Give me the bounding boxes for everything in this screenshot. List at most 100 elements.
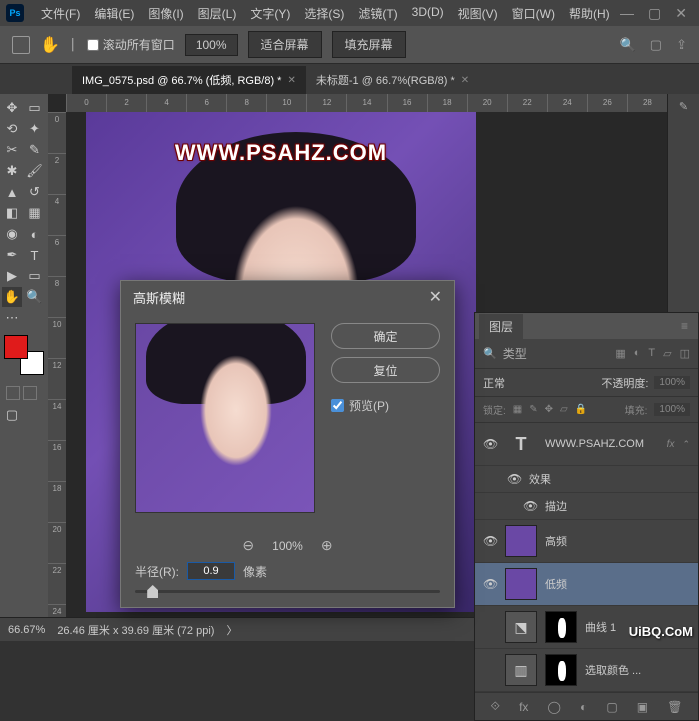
history-brush-tool[interactable]: ↺ (25, 182, 45, 202)
filter-shape-icon[interactable]: ▱ (663, 347, 671, 360)
color-swatches[interactable] (4, 335, 44, 375)
screen-mode-icon[interactable]: ▢ (2, 405, 22, 425)
dialog-title-bar[interactable]: 高斯模糊 ✕ (121, 281, 454, 313)
link-layers-icon[interactable]: ⟐ (491, 699, 500, 714)
magic-wand-tool[interactable]: ✦ (25, 119, 45, 139)
tab-1-close-icon[interactable]: ✕ (287, 75, 295, 86)
brush-tool[interactable]: 🖌 (25, 161, 45, 181)
maximize-button[interactable]: ▢ (648, 5, 661, 22)
layers-tab[interactable]: 图层 (479, 314, 523, 339)
new-layer-icon[interactable]: ▣ (637, 700, 648, 714)
home-icon[interactable] (12, 36, 30, 54)
menu-3d[interactable]: 3D(D) (405, 1, 451, 26)
ok-button[interactable]: 确定 (331, 323, 440, 349)
reset-button[interactable]: 复位 (331, 357, 440, 383)
workspace-icon[interactable]: ▢ (650, 37, 662, 53)
quickmask-mode-icon[interactable] (23, 386, 37, 400)
eraser-tool[interactable]: ◧ (2, 203, 22, 223)
layer-selective-color[interactable]: 👁 ▥ 选取颜色 ... (475, 649, 698, 692)
visibility-icon[interactable]: 👁 (523, 499, 537, 513)
hand-tool[interactable]: ✋ (2, 287, 22, 307)
status-chevron-icon[interactable]: 〉 (226, 622, 237, 638)
layer-mask-thumb[interactable] (545, 611, 577, 643)
menu-edit[interactable]: 编辑(E) (87, 1, 141, 26)
stamp-tool[interactable]: ▲ (2, 182, 22, 202)
layer-style-icon[interactable]: fx (519, 700, 528, 714)
type-tool[interactable]: T (25, 245, 45, 265)
filter-smart-icon[interactable]: ◫ (680, 347, 690, 360)
crop-tool[interactable]: ✂ (2, 140, 22, 160)
tab-2-close-icon[interactable]: ✕ (461, 75, 469, 86)
healing-tool[interactable]: ✱ (2, 161, 22, 181)
more-tools[interactable]: ⋯ (2, 308, 22, 328)
move-tool[interactable]: ✥ (2, 98, 22, 118)
slider-thumb[interactable] (147, 585, 158, 598)
radius-input[interactable] (187, 562, 235, 580)
zoom-readout[interactable]: 66.67% (8, 624, 45, 636)
menu-layer[interactable]: 图层(L) (191, 1, 244, 26)
pen-tool[interactable]: ✒ (2, 245, 22, 265)
dodge-tool[interactable]: ◐ (25, 224, 45, 244)
panel-menu-icon[interactable]: ≡ (681, 319, 688, 333)
share-icon[interactable]: ⇪ (676, 37, 687, 53)
menu-type[interactable]: 文字(Y) (243, 1, 297, 26)
gradient-tool[interactable]: ▦ (25, 203, 45, 223)
scroll-all-checkbox[interactable]: 滚动所有窗口 (87, 36, 175, 53)
lock-brush-icon[interactable]: ✎ (529, 404, 537, 415)
layer-effects-row[interactable]: 👁 效果 (475, 466, 698, 493)
marquee-tool[interactable]: ▭ (25, 98, 45, 118)
menu-help[interactable]: 帮助(H) (562, 1, 617, 26)
layer-stroke-row[interactable]: 👁 描边 (475, 493, 698, 520)
menu-select[interactable]: 选择(S) (297, 1, 351, 26)
lock-artboard-icon[interactable]: ▱ (560, 404, 568, 415)
menu-window[interactable]: 窗口(W) (505, 1, 562, 26)
layer-text[interactable]: 👁 T WWW.PSAHZ.COM fx ⌃ (475, 423, 698, 466)
blend-mode-dropdown[interactable]: 正常 (483, 375, 595, 391)
zoom-tool[interactable]: 🔍 (25, 287, 45, 307)
visibility-icon[interactable]: 👁 (507, 472, 521, 486)
lock-pixels-icon[interactable]: ▦ (513, 404, 522, 415)
layer-mask-thumb[interactable] (545, 654, 577, 686)
layer-lowfreq[interactable]: 👁 低频 (475, 563, 698, 606)
edit-toolbar-icon[interactable]: ✎ (668, 94, 699, 119)
path-select-tool[interactable]: ▶ (2, 266, 22, 286)
fx-toggle-icon[interactable]: ⌃ (682, 439, 690, 450)
menu-file[interactable]: 文件(F) (34, 1, 87, 26)
shape-tool[interactable]: ▭ (25, 266, 45, 286)
filter-type-dropdown[interactable]: 类型 (503, 345, 610, 362)
fit-screen-button[interactable]: 适合屏幕 (248, 31, 322, 58)
delete-layer-icon[interactable]: 🗑 (667, 700, 682, 714)
search-icon[interactable]: 🔍 (620, 37, 636, 53)
tab-inactive[interactable]: 未标题-1 @ 66.7%(RGB/8) *✕ (306, 66, 479, 94)
visibility-icon[interactable]: 👁 (483, 534, 497, 548)
radius-slider[interactable] (121, 586, 454, 607)
opacity-value[interactable]: 100% (654, 376, 690, 389)
menu-image[interactable]: 图像(I) (141, 1, 190, 26)
preview-checkbox[interactable]: 预览(P) (331, 397, 440, 414)
zoom-out-icon[interactable]: ⊖ (242, 537, 254, 554)
lock-position-icon[interactable]: ✥ (545, 404, 553, 415)
filter-adj-icon[interactable]: ◐ (634, 347, 641, 360)
adjustment-icon[interactable]: ◐ (580, 700, 587, 714)
fx-badge[interactable]: fx (667, 439, 675, 450)
standard-mode-icon[interactable] (6, 386, 20, 400)
visibility-icon[interactable]: 👁 (483, 437, 497, 451)
fill-value[interactable]: 100% (654, 403, 690, 416)
foreground-color[interactable] (4, 335, 28, 359)
menu-filter[interactable]: 滤镜(T) (351, 1, 404, 26)
visibility-icon[interactable]: 👁 (483, 577, 497, 591)
zoom-level[interactable]: 100% (185, 34, 238, 56)
close-button[interactable]: ✕ (675, 5, 687, 22)
group-icon[interactable]: ▢ (606, 700, 617, 714)
zoom-in-icon[interactable]: ⊕ (321, 537, 333, 554)
lock-all-icon[interactable]: 🔒 (575, 404, 587, 415)
tab-active[interactable]: IMG_0575.psd @ 66.7% (低频, RGB/8) *✕ (72, 66, 306, 94)
menu-view[interactable]: 视图(V) (451, 1, 505, 26)
layer-mask-icon[interactable]: ◯ (548, 700, 561, 714)
minimize-button[interactable]: — (620, 5, 634, 22)
dialog-close-icon[interactable]: ✕ (429, 287, 442, 307)
filter-type-icon[interactable]: T (648, 347, 655, 360)
lasso-tool[interactable]: ⟲ (2, 119, 22, 139)
hand-tool-icon[interactable]: ✋ (40, 35, 60, 55)
eyedropper-tool[interactable]: ✎ (25, 140, 45, 160)
